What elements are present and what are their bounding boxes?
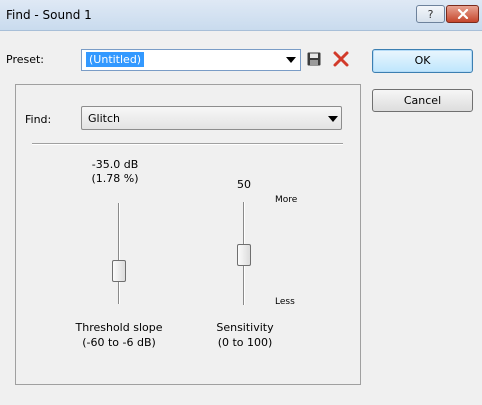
preset-label: Preset: (6, 53, 45, 66)
threshold-value-percent: (1.78 %) (91, 172, 139, 185)
help-label: ? (427, 7, 434, 21)
help-button[interactable]: ? (416, 5, 445, 23)
threshold-slider-thumb[interactable] (112, 260, 126, 282)
delete-icon[interactable] (332, 50, 350, 68)
title-bar: Find - Sound 1 ? (0, 0, 482, 31)
sensitivity-range: (0 to 100) (217, 336, 273, 349)
sensitivity-slider-thumb[interactable] (237, 244, 251, 266)
sensitivity-less-label: Less (275, 297, 295, 307)
find-label: Find: (25, 113, 52, 126)
window-title: Find - Sound 1 (6, 8, 92, 22)
sensitivity-value: 50 (237, 178, 251, 191)
sensitivity-more-label: More (275, 195, 298, 205)
threshold-value-db: -35.0 dB (91, 158, 139, 171)
cancel-button[interactable]: Cancel (372, 89, 473, 112)
preset-value[interactable]: (Untitled) (86, 52, 145, 67)
threshold-range: (-60 to -6 dB) (82, 336, 156, 349)
close-icon (457, 9, 468, 19)
group-separator (32, 143, 343, 145)
save-icon[interactable] (307, 52, 321, 66)
threshold-slider-track[interactable] (118, 203, 120, 304)
find-combobox[interactable]: Glitch (81, 106, 342, 130)
chevron-down-icon[interactable] (286, 57, 296, 63)
find-value: Glitch (88, 112, 120, 125)
ok-button[interactable]: OK (372, 49, 473, 73)
sensitivity-label: Sensitivity (216, 321, 274, 334)
close-button[interactable] (446, 5, 479, 23)
chevron-down-icon[interactable] (328, 116, 338, 122)
preset-combobox[interactable]: (Untitled) (81, 49, 301, 71)
threshold-label: Threshold slope (75, 321, 163, 334)
